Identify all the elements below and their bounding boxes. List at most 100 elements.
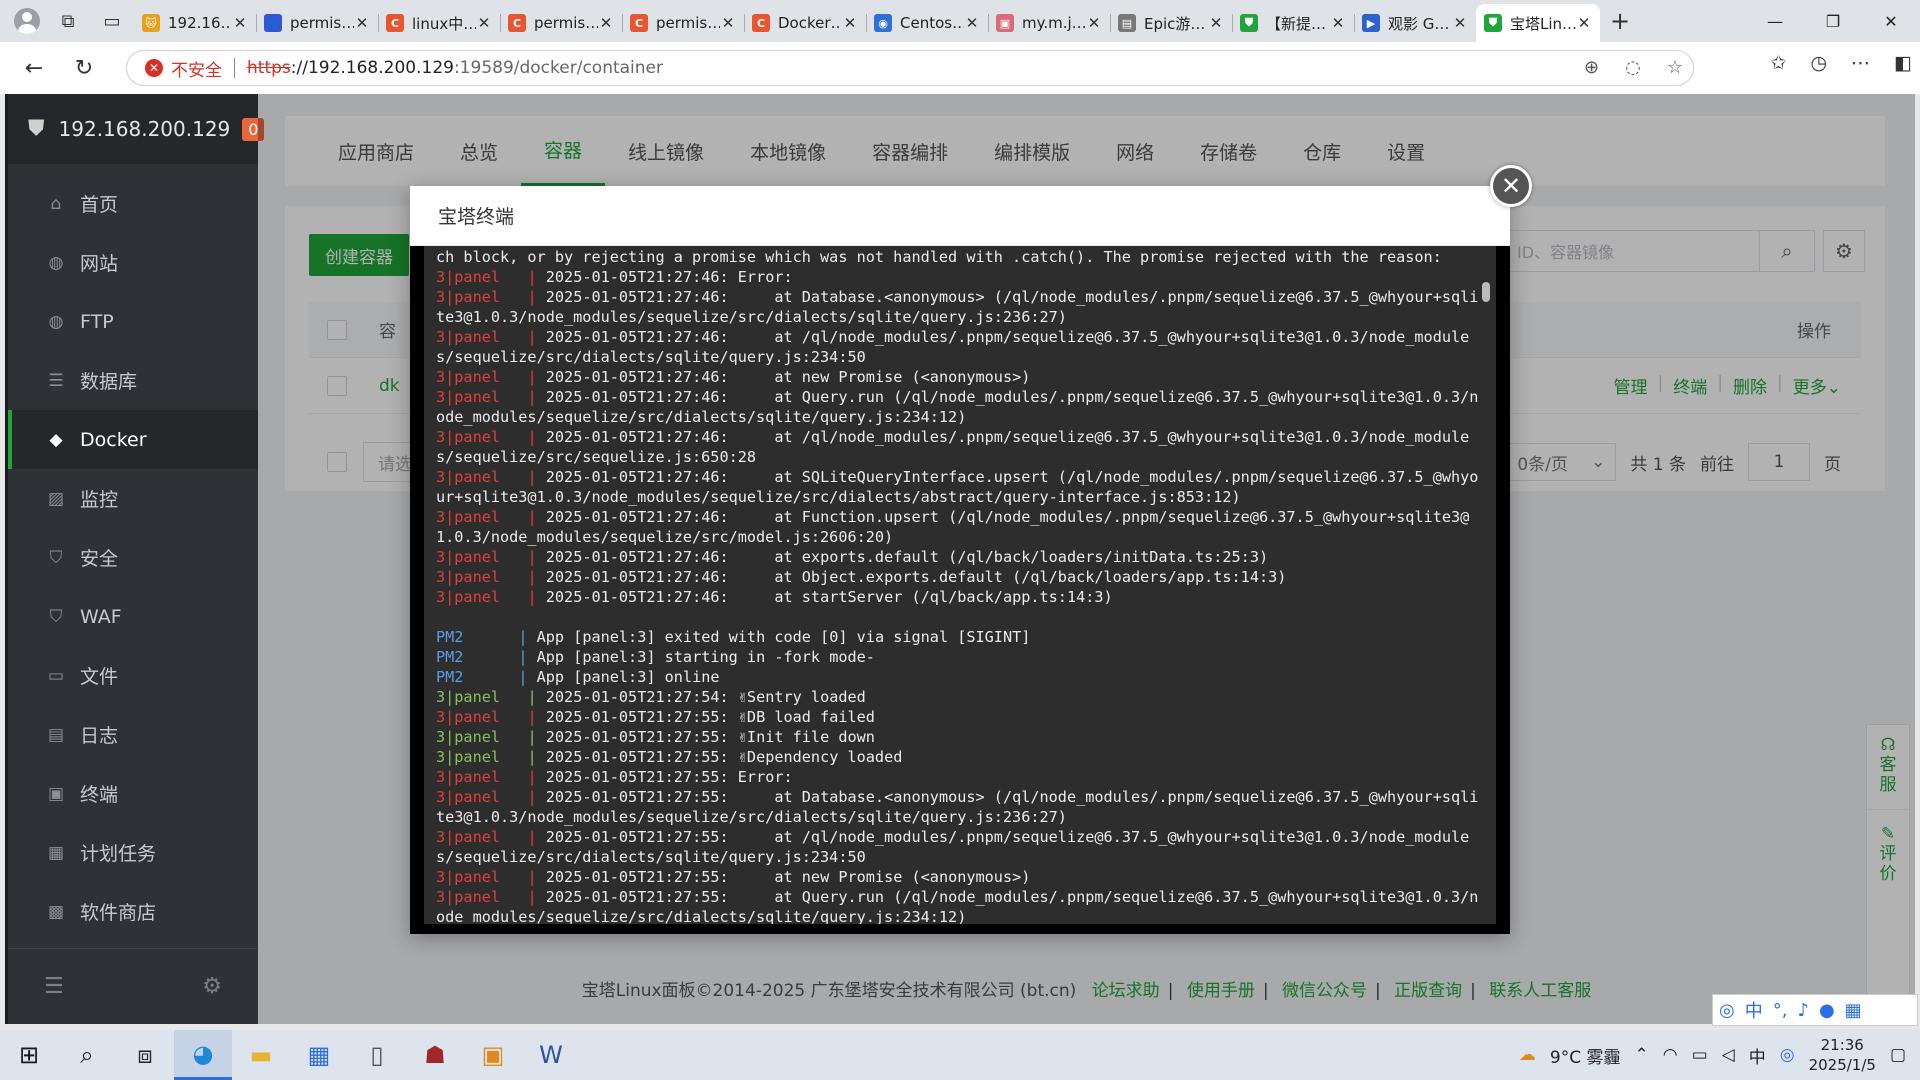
terminal-scrollbar[interactable]: [1482, 282, 1490, 302]
browser-tab[interactable]: C Docker… ✕: [744, 4, 866, 42]
task-view-icon[interactable]: ⧈: [116, 1030, 174, 1080]
tab-title: 192.16…: [168, 14, 232, 32]
terminal-text: 2025-01-05T21:27:46: Error:: [545, 268, 793, 286]
sidebar-item[interactable]: ⌂ 首页: [8, 174, 258, 233]
input-language[interactable]: 中: [1749, 1043, 1766, 1068]
browser-tab[interactable]: ▶ 观影 G… ✕: [1354, 4, 1476, 42]
terminal-text: 2025-01-05T21:27:55: ✌Init file down: [545, 728, 875, 746]
terminal-prefix: 3|panel |: [436, 508, 537, 526]
volume-icon[interactable]: ◁: [1722, 1045, 1735, 1065]
tab-close-icon[interactable]: ✕: [1208, 14, 1224, 32]
game-app-icon[interactable]: ☗: [406, 1030, 464, 1080]
sidebar-item[interactable]: ⛉ WAF: [8, 587, 258, 646]
notifications-icon[interactable]: ▢: [1890, 1045, 1906, 1065]
sidebar-item[interactable]: ⛉ 安全: [8, 528, 258, 587]
collapse-menu-icon[interactable]: ☰: [44, 974, 64, 999]
sidebar-item[interactable]: ◍ FTP: [8, 292, 258, 351]
weather-icon[interactable]: ☁: [1519, 1045, 1536, 1065]
sidebar-item[interactable]: ☰ 数据库: [8, 351, 258, 410]
sidebar-item[interactable]: ▤ 日志: [8, 705, 258, 764]
browser-tab[interactable]: ⛊ 宝塔Lin… ✕: [1476, 4, 1600, 42]
ifly-logo-icon[interactable]: ◎: [1719, 1000, 1735, 1021]
workspaces-icon[interactable]: ⧉: [46, 4, 90, 38]
sidebar-item[interactable]: ◍ 网站: [8, 233, 258, 292]
sidebar-item[interactable]: ▭ 文件: [8, 646, 258, 705]
back-icon[interactable]: ←: [12, 48, 56, 88]
refresh-reader-icon[interactable]: ◌: [1625, 57, 1641, 78]
ime-chinese-toggle[interactable]: 中: [1745, 997, 1763, 1023]
store-icon[interactable]: ▦: [290, 1030, 348, 1080]
tab-favicon-icon: ⛊: [1484, 14, 1502, 32]
sidebar-item[interactable]: ▨ 监控: [8, 469, 258, 528]
tab-close-icon[interactable]: ✕: [842, 14, 858, 32]
terminal-prefix: 3|panel |: [436, 468, 537, 486]
notepad-icon[interactable]: ▯: [348, 1030, 406, 1080]
tab-close-icon[interactable]: ✕: [720, 14, 736, 32]
battery-icon[interactable]: ▭: [1692, 1045, 1708, 1065]
clock[interactable]: 21:36 2025/1/5: [1809, 1035, 1876, 1075]
tab-close-icon[interactable]: ✕: [232, 14, 248, 32]
terminal-text: 2025-01-05T21:27:46: at exports.default …: [545, 548, 1269, 566]
tab-close-icon[interactable]: ✕: [1576, 14, 1592, 32]
sidebar-item[interactable]: ▦ 计划任务: [8, 823, 258, 882]
ime-microphone-icon[interactable]: ♪: [1797, 1000, 1809, 1021]
sidebar-item-label: 首页: [80, 194, 119, 216]
ime-user-icon[interactable]: ●: [1819, 1000, 1835, 1021]
tab-close-icon[interactable]: ✕: [1086, 14, 1102, 32]
tab-close-icon[interactable]: ✕: [354, 14, 370, 32]
tab-close-icon[interactable]: ✕: [476, 14, 492, 32]
browser-tab[interactable]: ▤ Epic游… ✕: [1110, 4, 1232, 42]
sidebar-item-label: 数据库: [80, 371, 138, 393]
remote-desktop-icon[interactable]: ▣: [464, 1030, 522, 1080]
terminal-prefix: 3|panel |: [436, 748, 537, 766]
ifly-tray-icon[interactable]: ◎: [1780, 1045, 1795, 1065]
word-icon[interactable]: W: [522, 1030, 580, 1080]
restore-icon[interactable]: ❐: [1804, 0, 1862, 42]
tray-expand-icon[interactable]: ⌃: [1634, 1045, 1648, 1065]
sidebar-item[interactable]: ▣ 终端: [8, 764, 258, 823]
weather-text[interactable]: 9°C 雾霾: [1550, 1043, 1621, 1068]
tab-title: Epic游…: [1144, 14, 1206, 33]
minimize-icon[interactable]: —: [1746, 0, 1804, 42]
browser-tab[interactable]: ⛊ 【新提… ✕: [1232, 4, 1354, 42]
tab-close-icon[interactable]: ✕: [1452, 14, 1468, 32]
tab-close-icon[interactable]: ✕: [598, 14, 614, 32]
browser-tab[interactable]: Cpermis… ✕: [622, 4, 744, 42]
tab-close-icon[interactable]: ✕: [1330, 14, 1346, 32]
sidebar-item[interactable]: ▩ 软件商店: [8, 882, 258, 941]
browser-tab[interactable]: 🐱 192.16… ✕: [134, 4, 256, 42]
new-tab-button[interactable]: +: [1600, 4, 1640, 38]
browser-tab[interactable]: ◉ Centos… ✕: [866, 4, 988, 42]
history-icon[interactable]: ◷: [1810, 52, 1827, 74]
more-icon[interactable]: ⋯: [1851, 52, 1870, 74]
close-window-icon[interactable]: ✕: [1862, 0, 1920, 42]
terminal-output[interactable]: ch block, or by rejecting a promise whic…: [424, 246, 1496, 924]
address-bar[interactable]: ✕ 不安全 https://192.168.200.129:19589/dock…: [126, 50, 1694, 86]
file-explorer-icon[interactable]: ▬: [232, 1030, 290, 1080]
close-modal-icon[interactable]: ✕: [1490, 165, 1532, 207]
sidebar-item[interactable]: ◆ Docker: [8, 410, 258, 469]
edge-browser-icon[interactable]: ◕: [174, 1030, 232, 1080]
settings-gear-icon[interactable]: ⚙: [202, 974, 222, 999]
ime-punctuation-icon[interactable]: °,: [1773, 1000, 1788, 1021]
tab-actions-icon[interactable]: ▭: [90, 4, 134, 38]
zoom-icon[interactable]: ⊕: [1584, 57, 1599, 78]
windows-start-icon[interactable]: ⊞: [0, 1030, 58, 1080]
browser-tab[interactable]: 🐾 permis… ✕: [256, 4, 378, 42]
favorites-icon[interactable]: ✩: [1771, 52, 1787, 74]
browser-tab[interactable]: Cpermis… ✕: [500, 4, 622, 42]
tab-close-icon[interactable]: ✕: [964, 14, 980, 32]
terminal-line: 3|panel | 2025-01-05T21:27:46: at Object…: [436, 567, 1482, 587]
browser-tab[interactable]: Clinux中… ✕: [378, 4, 500, 42]
reload-icon[interactable]: ↻: [62, 48, 106, 88]
search-icon[interactable]: ⌕: [58, 1030, 116, 1080]
ime-apps-icon[interactable]: ▦: [1845, 1000, 1862, 1021]
browser-tab[interactable]: ▣ my.m.j… ✕: [988, 4, 1110, 42]
network-icon[interactable]: ◠: [1663, 1045, 1678, 1065]
sidebar-toggle-icon[interactable]: ◧: [1894, 52, 1912, 74]
tab-favicon-icon: 🐾: [264, 14, 282, 32]
favorite-star-icon[interactable]: ☆: [1667, 57, 1683, 78]
clock-date: 2025/1/5: [1808, 1056, 1876, 1074]
profile-avatar[interactable]: [8, 2, 46, 40]
